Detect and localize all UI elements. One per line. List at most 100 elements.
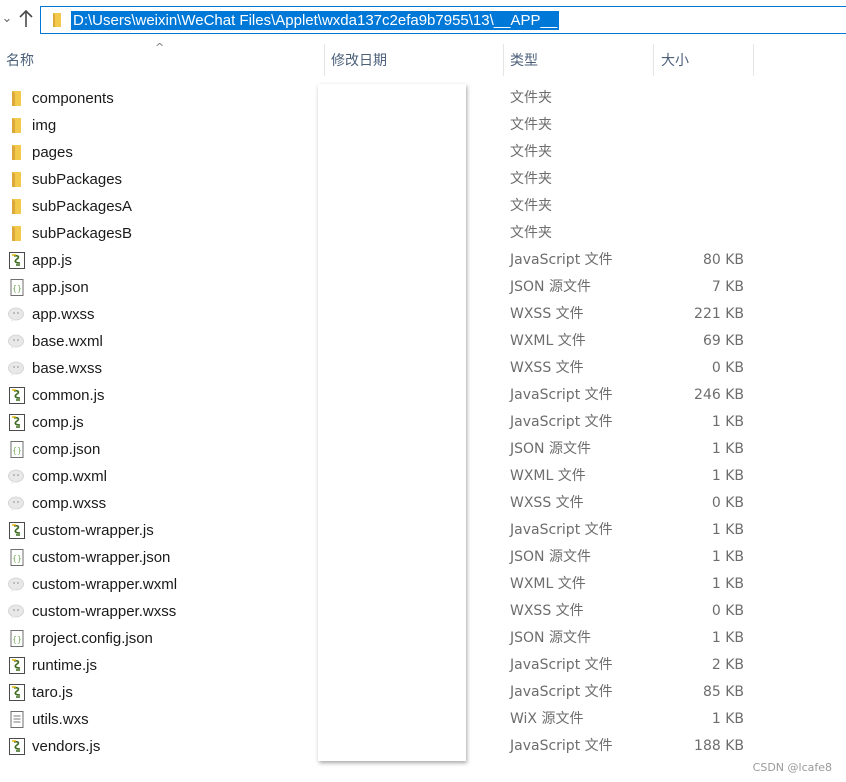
file-size: 69 KB — [702, 333, 744, 349]
file-type: JSON 源文件 — [510, 549, 591, 565]
file-name[interactable]: comp.json — [32, 436, 100, 463]
file-size: 7 KB — [711, 279, 744, 295]
file-size: 1 KB — [711, 468, 744, 484]
file-size — [660, 193, 744, 220]
file-name[interactable]: comp.wxml — [32, 463, 107, 490]
file-name[interactable]: custom-wrapper.json — [32, 544, 170, 571]
column-header-size[interactable]: 大小 — [661, 50, 689, 72]
file-size — [660, 220, 744, 247]
column-header-name[interactable]: 名称 — [6, 50, 34, 72]
file-type: JSON 源文件 — [510, 279, 591, 295]
file-name[interactable]: app.js — [32, 247, 72, 274]
file-type: 文件夹 — [510, 225, 552, 241]
file-name[interactable]: img — [32, 112, 56, 139]
file-size — [660, 166, 744, 193]
file-size: 188 KB — [694, 738, 744, 754]
file-name[interactable]: project.config.json — [32, 625, 153, 652]
wechat-file-icon — [8, 332, 26, 351]
file-name[interactable]: vendors.js — [32, 733, 100, 760]
file-type: 文件夹 — [510, 144, 552, 160]
wechat-file-icon — [8, 467, 26, 486]
file-name[interactable]: taro.js — [32, 679, 73, 706]
file-name[interactable]: base.wxss — [32, 355, 102, 382]
file-size: 1 KB — [711, 630, 744, 646]
file-explorer-window: ⌄ D:\Users\weixin\WeChat Files\Applet\wx… — [0, 0, 846, 782]
folder-icon — [8, 170, 26, 189]
file-type: 文件夹 — [510, 198, 552, 214]
file-name[interactable]: components — [32, 85, 114, 112]
file-name[interactable]: comp.js — [32, 409, 84, 436]
js-file-icon — [8, 737, 26, 756]
file-name[interactable]: subPackages — [32, 166, 122, 193]
svg-text:{}: {} — [12, 284, 22, 293]
column-divider[interactable] — [753, 44, 754, 76]
file-type: JSON 源文件 — [510, 630, 591, 646]
file-name[interactable]: app.json — [32, 274, 89, 301]
file-size: 1 KB — [711, 576, 744, 592]
file-type: 文件夹 — [510, 171, 552, 187]
file-type: WiX 源文件 — [510, 711, 584, 727]
navigation-bar: ⌄ D:\Users\weixin\WeChat Files\Applet\wx… — [0, 0, 846, 40]
json-file-icon: {} — [8, 278, 26, 297]
file-size: 2 KB — [711, 657, 744, 673]
column-header-type[interactable]: 类型 — [510, 50, 538, 72]
address-bar[interactable]: D:\Users\weixin\WeChat Files\Applet\wxda… — [40, 6, 846, 34]
file-type: WXSS 文件 — [510, 603, 584, 619]
column-divider[interactable] — [653, 44, 654, 76]
json-file-icon: {} — [8, 440, 26, 459]
file-name[interactable]: pages — [32, 139, 73, 166]
address-path[interactable]: D:\Users\weixin\WeChat Files\Applet\wxda… — [71, 11, 560, 30]
file-name[interactable]: custom-wrapper.wxss — [32, 598, 176, 625]
file-size: 1 KB — [711, 711, 744, 727]
column-divider[interactable] — [324, 44, 325, 76]
file-size: 221 KB — [694, 306, 744, 322]
file-name[interactable]: runtime.js — [32, 652, 97, 679]
file-type: 文件夹 — [510, 117, 552, 133]
folder-icon — [53, 13, 61, 27]
file-type: WXML 文件 — [510, 333, 586, 349]
file-type: JavaScript 文件 — [510, 387, 613, 403]
file-type: WXML 文件 — [510, 576, 586, 592]
js-file-icon — [8, 683, 26, 702]
svg-text:{}: {} — [12, 554, 22, 563]
file-size: 1 KB — [711, 441, 744, 457]
recent-locations-chevron-icon[interactable]: ⌄ — [0, 10, 14, 28]
file-name[interactable]: subPackagesB — [32, 220, 132, 247]
file-name[interactable]: utils.wxs — [32, 706, 89, 733]
file-type: JavaScript 文件 — [510, 684, 613, 700]
file-type: JavaScript 文件 — [510, 252, 613, 268]
file-name[interactable]: common.js — [32, 382, 105, 409]
folder-icon — [8, 197, 26, 216]
folder-icon — [8, 143, 26, 162]
folder-icon — [8, 224, 26, 243]
file-size: 85 KB — [702, 684, 744, 700]
file-size — [660, 139, 744, 166]
redaction-block — [318, 84, 466, 761]
file-name[interactable]: subPackagesA — [32, 193, 132, 220]
text-file-icon — [8, 710, 26, 729]
file-size: 246 KB — [694, 387, 744, 403]
js-file-icon — [8, 251, 26, 270]
file-type: WXSS 文件 — [510, 360, 584, 376]
file-size: 1 KB — [711, 414, 744, 430]
file-name[interactable]: comp.wxss — [32, 490, 106, 517]
file-type: WXSS 文件 — [510, 495, 584, 511]
file-type: JavaScript 文件 — [510, 738, 613, 754]
file-size — [660, 112, 744, 139]
file-name[interactable]: base.wxml — [32, 328, 103, 355]
column-divider[interactable] — [503, 44, 504, 76]
file-type: JavaScript 文件 — [510, 414, 613, 430]
file-name[interactable]: custom-wrapper.js — [32, 517, 154, 544]
folder-icon — [8, 116, 26, 135]
file-type: 文件夹 — [510, 90, 552, 106]
file-size: 0 KB — [711, 603, 744, 619]
file-type: JSON 源文件 — [510, 441, 591, 457]
svg-text:{}: {} — [12, 446, 22, 455]
up-arrow-icon[interactable] — [16, 8, 36, 30]
column-header-date-modified[interactable]: 修改日期 — [331, 50, 387, 72]
file-name[interactable]: custom-wrapper.wxml — [32, 571, 177, 598]
json-file-icon: {} — [8, 629, 26, 648]
file-name[interactable]: app.wxss — [32, 301, 95, 328]
folder-icon — [8, 89, 26, 108]
sort-ascending-icon: ^ — [155, 41, 165, 54]
